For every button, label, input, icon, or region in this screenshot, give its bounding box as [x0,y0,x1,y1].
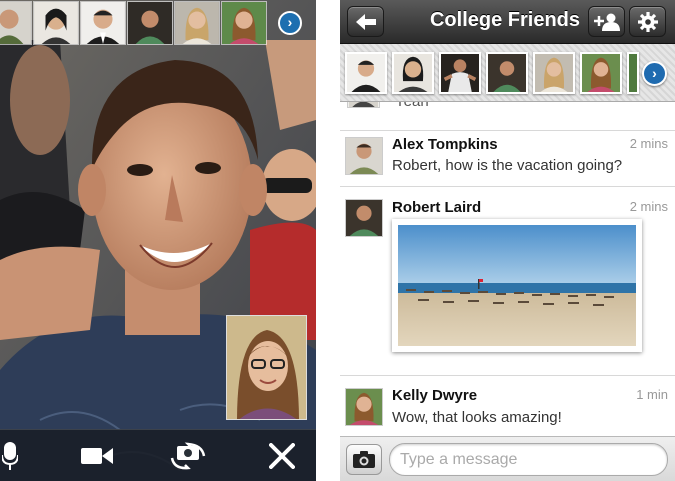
member-avatar[interactable] [580,52,622,94]
message-time: 2 mins [629,199,668,214]
participant-thumbnail[interactable] [127,1,173,45]
navigation-bar: College Friends [340,0,675,44]
message-list[interactable]: Yeah Alex Tompkins 2 mins Robert, how is… [340,102,675,436]
avatar[interactable] [345,388,383,426]
participant-thumbnail[interactable] [33,1,79,45]
toggle-video-button[interactable] [80,440,114,472]
mute-button[interactable] [0,440,20,472]
message-text: Robert, how is the vacation going? [392,157,623,174]
switch-camera-icon [170,442,206,470]
participant-thumbnail[interactable] [174,1,220,45]
participant-thumbnail[interactable] [221,1,267,45]
sender-name: Kelly Dwyre [392,387,478,404]
add-person-button[interactable] [588,6,625,37]
avatar [347,102,380,108]
participant-thumbnail[interactable] [80,1,126,45]
next-members-arrow-icon[interactable]: › [642,61,667,86]
member-avatar[interactable] [533,52,575,94]
microphone-icon [2,442,18,470]
avatar[interactable] [345,137,383,175]
video-call-screen: › [0,0,316,481]
settings-button[interactable] [629,6,666,37]
close-icon [269,443,295,469]
shared-photo[interactable] [392,219,642,352]
message-text: Yeah [395,102,429,110]
self-view-video[interactable] [226,315,307,420]
page-title: College Friends [429,9,581,31]
message-time: 1 min [636,387,668,402]
sender-name: Robert Laird [392,199,482,216]
list-item: Robert Laird 2 mins [340,187,675,376]
end-call-button[interactable] [266,440,298,472]
message-input[interactable] [389,443,668,476]
back-arrow-icon [355,13,376,30]
message-text: Wow, that looks amazing! [392,409,562,426]
member-avatar[interactable] [345,52,387,94]
participant-thumbnail[interactable] [0,1,32,45]
list-item: Alex Tompkins 2 mins Robert, how is the … [340,131,675,187]
camera-button[interactable] [346,444,382,475]
list-item: Kelly Dwyre 1 min Wow, that looks amazin… [340,376,675,436]
member-avatar[interactable] [627,52,639,94]
gear-icon [637,11,658,32]
group-chat-screen: College Friends › Alex Tompkins 2 mins R… [340,0,675,481]
camera-icon [353,451,375,468]
message-time: 2 mins [629,136,668,151]
screen-divider [316,0,340,481]
group-members-strip: › [340,44,675,102]
add-person-icon [593,13,620,31]
avatar[interactable] [345,199,383,237]
sender-name: Alex Tompkins [392,136,498,153]
switch-camera-button[interactable] [168,440,208,472]
call-toolbar [0,429,316,481]
video-camera-icon [81,448,113,464]
list-item: Yeah [340,102,675,131]
member-avatar[interactable] [392,52,434,94]
back-button[interactable] [347,6,384,37]
next-participants-arrow-icon[interactable]: › [278,11,302,35]
message-composer [340,436,675,481]
member-avatar[interactable] [486,52,528,94]
member-avatar[interactable] [439,52,481,94]
